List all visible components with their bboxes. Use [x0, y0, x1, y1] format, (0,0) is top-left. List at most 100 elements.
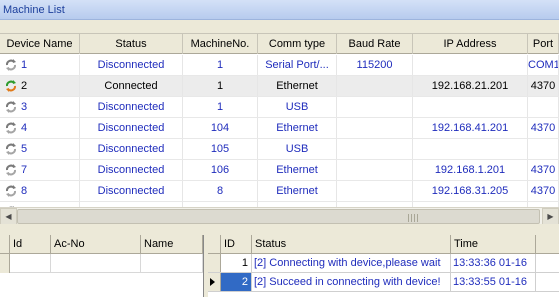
user-grid-header: Id Ac-No Name — [0, 235, 203, 254]
comm-type-cell[interactable]: USB — [258, 97, 337, 117]
device-name-cell[interactable]: 3 — [0, 97, 80, 117]
port-cell[interactable]: 4370 — [528, 76, 559, 96]
device-disconnected-icon — [4, 100, 18, 114]
scroll-left-button[interactable]: ◀ — [0, 208, 17, 225]
ip-address-cell[interactable]: 192.168.1.201 — [413, 160, 528, 180]
machine-row[interactable]: 2 Connected 1 Ethernet 192.168.21.201 4370 — [0, 76, 559, 97]
ip-address-cell[interactable]: 192.168.31.205 — [413, 181, 528, 201]
comm-type-cell[interactable]: USB — [258, 139, 337, 159]
log-row[interactable]: 2 [2] Succeed in connecting with device! 1… — [208, 273, 559, 292]
status-cell[interactable]: Connected — [80, 76, 183, 96]
baud-rate-cell[interactable]: 115200 — [337, 55, 413, 75]
machine-row[interactable]: 5 Disconnected 105 USB — [0, 139, 559, 160]
device-name-cell[interactable]: 1 — [0, 55, 80, 75]
column-header-ac-no[interactable]: Ac-No — [51, 235, 141, 254]
column-header-log-time[interactable]: Time — [451, 235, 536, 254]
port-cell[interactable] — [528, 97, 559, 117]
status-cell[interactable]: Disconnected — [80, 160, 183, 180]
device-name-text: 1 — [21, 58, 28, 71]
machine-row[interactable]: 1 Disconnected 1 Serial Port/... 115200 COM1 — [0, 55, 559, 76]
device-name-text: 3 — [21, 100, 28, 113]
machine-no-cell[interactable]: 105 — [183, 139, 258, 159]
machine-no-cell[interactable]: 1 — [183, 97, 258, 117]
log-row[interactable]: 1 [2] Connecting with device,please wait 1… — [208, 254, 559, 273]
column-header-status[interactable]: Status — [80, 34, 183, 54]
device-name-cell[interactable]: 7 — [0, 160, 80, 180]
window-title: Machine List — [3, 3, 65, 16]
baud-rate-cell[interactable] — [337, 118, 413, 138]
column-header-log-status[interactable]: Status — [252, 235, 451, 254]
port-cell[interactable] — [528, 139, 559, 159]
ip-address-cell[interactable]: 192.168.21.201 — [413, 76, 528, 96]
machine-no-cell[interactable]: 1 — [183, 76, 258, 96]
horizontal-scrollbar[interactable]: ◀ ▶ — [0, 207, 559, 225]
ip-address-cell[interactable] — [413, 55, 528, 75]
column-header-id[interactable]: Id — [10, 235, 51, 254]
log-time-cell[interactable]: 13:33:36 01-16 — [451, 254, 536, 272]
column-header-comm-type[interactable]: Comm type — [258, 34, 337, 54]
log-time-cell[interactable]: 13:33:55 01-16 — [451, 273, 536, 291]
comm-type-cell[interactable]: Ethernet — [258, 118, 337, 138]
user-id-cell[interactable] — [10, 254, 51, 273]
scroll-right-button[interactable]: ▶ — [542, 208, 559, 225]
port-cell[interactable]: COM1 — [528, 55, 559, 75]
baud-rate-cell[interactable] — [337, 139, 413, 159]
machine-list-grid[interactable]: Device Name Status MachineNo. Comm type … — [0, 33, 559, 207]
baud-rate-cell[interactable] — [337, 181, 413, 201]
comm-type-cell[interactable]: Ethernet — [258, 160, 337, 180]
machine-no-cell[interactable]: 8 — [183, 181, 258, 201]
device-name-cell[interactable]: 2 — [0, 76, 80, 96]
ip-address-cell[interactable] — [413, 139, 528, 159]
machine-no-cell[interactable]: 106 — [183, 160, 258, 180]
column-header-ip-address[interactable]: IP Address — [413, 34, 528, 54]
machine-no-cell[interactable]: 1 — [183, 55, 258, 75]
log-grid[interactable]: ID Status Time 1 [2] Connecting with devi… — [208, 235, 559, 297]
machine-row[interactable]: 8 Disconnected 8 Ethernet 192.168.31.205 4370 — [0, 181, 559, 202]
status-cell[interactable]: Disconnected — [80, 181, 183, 201]
column-header-name[interactable]: Name — [141, 235, 203, 254]
comm-type-cell[interactable]: Ethernet — [258, 76, 337, 96]
status-cell[interactable]: Disconnected — [80, 97, 183, 117]
device-disconnected-icon — [4, 142, 18, 156]
ip-address-cell[interactable]: 192.168.41.201 — [413, 118, 528, 138]
baud-rate-cell[interactable] — [337, 160, 413, 180]
column-header-machine-no[interactable]: MachineNo. — [183, 34, 258, 54]
port-cell[interactable]: 4370 — [528, 118, 559, 138]
row-indicator — [208, 254, 221, 272]
device-disconnected-icon — [4, 184, 18, 198]
machine-row[interactable]: 3 Disconnected 1 USB — [0, 97, 559, 118]
machine-no-cell[interactable]: 104 — [183, 118, 258, 138]
log-grid-rows: 1 [2] Connecting with device,please wait 1… — [208, 254, 559, 292]
status-cell[interactable]: Disconnected — [80, 139, 183, 159]
comm-type-cell[interactable]: Serial Port/... — [258, 55, 337, 75]
status-cell[interactable]: Disconnected — [80, 118, 183, 138]
user-name-cell[interactable] — [141, 254, 203, 273]
log-status-cell[interactable]: [2] Succeed in connecting with device! — [252, 273, 451, 291]
user-grid[interactable]: Id Ac-No Name — [0, 235, 204, 297]
column-header-baud-rate[interactable]: Baud Rate — [337, 34, 413, 54]
user-ac-no-cell[interactable] — [51, 254, 141, 273]
device-connected-icon — [4, 79, 18, 93]
log-id-cell[interactable]: 2 — [221, 273, 252, 291]
scrollbar-thumb[interactable] — [17, 209, 540, 224]
panel-splitter[interactable] — [0, 224, 559, 235]
status-cell[interactable]: Disconnected — [80, 55, 183, 75]
machine-row[interactable]: 7 Disconnected 106 Ethernet 192.168.1.201 437… — [0, 160, 559, 181]
device-name-cell[interactable]: 5 — [0, 139, 80, 159]
user-grid-empty-row[interactable] — [0, 254, 203, 273]
column-header-log-id[interactable]: ID — [221, 235, 252, 254]
port-cell[interactable]: 4370 — [528, 181, 559, 201]
machine-row[interactable]: 4 Disconnected 104 Ethernet 192.168.41.201 43… — [0, 118, 559, 139]
column-header-port[interactable]: Port — [528, 34, 559, 54]
port-cell[interactable]: 4370 — [528, 160, 559, 180]
log-id-cell[interactable]: 1 — [221, 254, 252, 272]
device-name-cell[interactable]: 4 — [0, 118, 80, 138]
ip-address-cell[interactable] — [413, 97, 528, 117]
device-name-cell[interactable]: 8 — [0, 181, 80, 201]
row-indicator — [0, 254, 10, 273]
baud-rate-cell[interactable] — [337, 76, 413, 96]
baud-rate-cell[interactable] — [337, 97, 413, 117]
log-status-cell[interactable]: [2] Connecting with device,please wait — [252, 254, 451, 272]
column-header-device-name[interactable]: Device Name — [0, 34, 80, 54]
comm-type-cell[interactable]: Ethernet — [258, 181, 337, 201]
